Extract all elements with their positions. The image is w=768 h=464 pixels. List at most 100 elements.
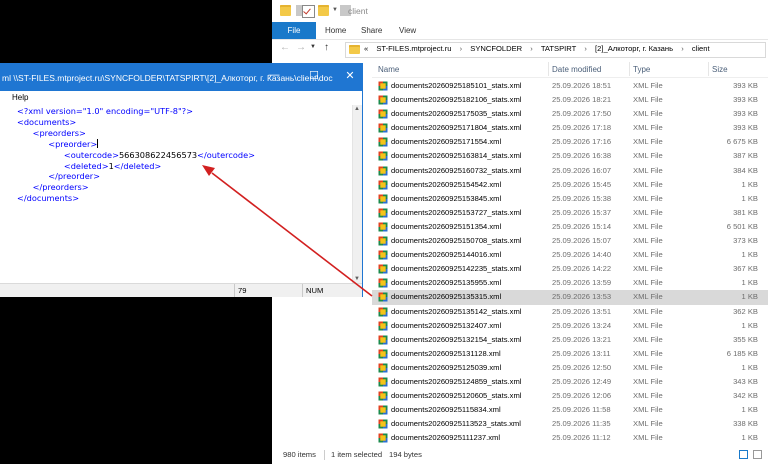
xml-content[interactable]: <?xml version="1.0" encoding="UTF-8"?> <… xyxy=(17,106,255,204)
column-divider[interactable] xyxy=(708,62,709,76)
column-type[interactable]: Type xyxy=(633,65,650,74)
column-divider[interactable] xyxy=(548,62,549,76)
table-row[interactable]: documents20260925111237.xml 25.09.2026 11… xyxy=(372,431,768,445)
notepad-titlebar[interactable]: ml \\ST-FILES.mtproject.ru\SYNCFOLDER\TA… xyxy=(0,63,363,91)
table-row[interactable]: documents20260925175035_stats.xml 25.09.2… xyxy=(372,107,768,121)
recent-locations-icon[interactable]: ▼ xyxy=(310,44,316,50)
table-row[interactable]: documents20260925131128.xml 25.09.2026 13… xyxy=(372,347,768,361)
tab-file[interactable]: File xyxy=(272,22,316,39)
table-row[interactable]: documents20260925132154_stats.xml 25.09.2… xyxy=(372,333,768,347)
forward-icon[interactable]: → xyxy=(296,42,306,53)
breadcrumb-syncfolder[interactable]: SYNCFOLDER xyxy=(470,44,522,53)
up-icon[interactable]: ↑ xyxy=(324,42,329,53)
table-row[interactable]: documents20260925171804_stats.xml 25.09.2… xyxy=(372,121,768,135)
minimize-icon[interactable]: — xyxy=(264,69,284,81)
large-icons-view-icon[interactable] xyxy=(753,450,762,459)
xml-file-icon xyxy=(378,194,388,204)
file-name: documents20260925115834.xml xyxy=(391,405,501,415)
folder-icon[interactable] xyxy=(280,5,291,16)
new-folder-icon[interactable] xyxy=(318,5,329,16)
file-type: XML File xyxy=(633,236,663,246)
breadcrumb-company[interactable]: [2]_Алкоторг, г. Казань xyxy=(595,44,673,53)
chevron-right-icon[interactable]: › xyxy=(584,44,587,53)
file-name: documents20260925151354.xml xyxy=(391,221,502,231)
xml-file-icon xyxy=(378,95,388,105)
chevron-right-icon[interactable]: › xyxy=(460,44,463,53)
column-name[interactable]: Name xyxy=(378,65,399,74)
table-row[interactable]: documents20260925154542.xml 25.09.2026 15… xyxy=(372,178,768,192)
close-icon[interactable]: ✕ xyxy=(340,69,360,82)
xml-file-icon xyxy=(378,166,388,176)
tab-view[interactable]: View xyxy=(399,22,416,39)
breadcrumb-client[interactable]: client xyxy=(692,44,710,53)
table-row[interactable]: documents20260925150708_stats.xml 25.09.2… xyxy=(372,234,768,248)
table-row[interactable]: documents20260925185101_stats.xml 25.09.2… xyxy=(372,79,768,93)
file-name: documents20260925185101_stats.xml xyxy=(391,81,522,90)
table-row[interactable]: documents20260925151354.xml 25.09.2026 15… xyxy=(372,220,768,234)
file-type: XML File xyxy=(633,207,663,217)
table-row[interactable]: documents20260925142235_stats.xml 25.09.2… xyxy=(372,262,768,276)
table-row[interactable]: documents20260925120605_stats.xml 25.09.2… xyxy=(372,389,768,403)
file-size: 1 KB xyxy=(741,362,758,372)
chevron-right-icon[interactable]: › xyxy=(530,44,533,53)
file-name: documents20260925120605_stats.xml xyxy=(391,391,522,401)
table-row[interactable]: documents20260925144016.xml 25.09.2026 14… xyxy=(372,248,768,262)
table-row[interactable]: documents20260925132407.xml 25.09.2026 13… xyxy=(372,319,768,333)
tab-share[interactable]: Share xyxy=(361,22,382,39)
outercode-value: 566308622456573 xyxy=(118,149,198,160)
chevron-right-icon[interactable]: › xyxy=(681,44,684,53)
file-date: 25.09.2026 18:51 xyxy=(552,81,612,90)
table-row[interactable]: documents20260925135142_stats.xml 25.09.2… xyxy=(372,305,768,319)
vertical-scrollbar[interactable]: ▲ ▼ xyxy=(352,105,362,283)
cursor-column: 79 xyxy=(234,284,304,297)
menu-help[interactable]: Help xyxy=(12,93,28,102)
file-size: 343 KB xyxy=(733,376,758,386)
table-row[interactable]: documents20260925160732_stats.xml 25.09.2… xyxy=(372,164,768,178)
address-bar[interactable]: « ST-FILES.mtproject.ru › SYNCFOLDER › T… xyxy=(345,42,766,58)
file-name: documents20260925135955.xml xyxy=(391,278,502,288)
scroll-up-icon[interactable]: ▲ xyxy=(354,106,360,112)
column-size[interactable]: Size xyxy=(712,65,728,74)
table-row[interactable]: documents20260925135315.xml 25.09.2026 13… xyxy=(372,290,768,305)
table-row[interactable]: documents20260925182106_stats.xml 25.09.2… xyxy=(372,93,768,107)
back-icon[interactable]: ← xyxy=(280,42,290,53)
table-row[interactable]: documents20260925171554.xml 25.09.2026 17… xyxy=(372,135,768,149)
file-date: 25.09.2026 17:16 xyxy=(552,137,612,147)
selected-count: 1 item selected xyxy=(331,450,383,459)
text-cursor xyxy=(97,138,99,148)
table-row[interactable]: documents20260925124859_stats.xml 25.09.2… xyxy=(372,375,768,389)
details-view-icon[interactable] xyxy=(739,450,748,459)
xml-tag-documents-open: <documents> xyxy=(17,116,77,127)
file-name: documents20260925160732_stats.xml xyxy=(391,165,522,175)
table-row[interactable]: documents20260925163814_stats.xml 25.09.2… xyxy=(372,149,768,163)
table-row[interactable]: documents20260925125039.xml 25.09.2026 12… xyxy=(372,361,768,375)
column-divider[interactable] xyxy=(629,62,630,76)
file-date: 25.09.2026 13:53 xyxy=(552,292,612,302)
file-type: XML File xyxy=(633,278,663,288)
file-size: 1 KB xyxy=(741,250,758,260)
file-name: documents20260925124859_stats.xml xyxy=(391,376,522,386)
breadcrumb-overflow[interactable]: « xyxy=(364,44,368,53)
breadcrumb-tatspirt[interactable]: TATSPIRT xyxy=(541,44,576,53)
file-type: XML File xyxy=(633,362,663,372)
properties-icon[interactable] xyxy=(302,5,315,18)
file-name: documents20260925154542.xml xyxy=(391,179,502,189)
file-size: 1 KB xyxy=(741,292,758,302)
table-row[interactable]: documents20260925113523_stats.xml 25.09.2… xyxy=(372,417,768,431)
breadcrumb-server[interactable]: ST-FILES.mtproject.ru xyxy=(376,44,451,53)
xml-file-icon xyxy=(378,349,388,359)
table-row[interactable]: documents20260925153727_stats.xml 25.09.2… xyxy=(372,206,768,220)
table-row[interactable]: documents20260925115834.xml 25.09.2026 11… xyxy=(372,403,768,417)
file-date: 25.09.2026 13:24 xyxy=(552,320,612,330)
column-date-modified[interactable]: Date modified xyxy=(552,65,601,74)
table-row[interactable]: documents20260925153845.xml 25.09.2026 15… xyxy=(372,192,768,206)
maximize-icon[interactable]: ☐ xyxy=(304,69,324,82)
file-type: XML File xyxy=(633,151,663,161)
file-type: XML File xyxy=(633,334,663,344)
table-row[interactable]: documents20260925135955.xml 25.09.2026 13… xyxy=(372,276,768,290)
tab-home[interactable]: Home xyxy=(325,22,346,39)
file-date: 25.09.2026 16:38 xyxy=(552,151,612,161)
xml-tag-deleted-open: <deleted> xyxy=(63,160,109,171)
notepad-text-area[interactable]: <?xml version="1.0" encoding="UTF-8"?> <… xyxy=(0,105,362,283)
scroll-down-icon[interactable]: ▼ xyxy=(354,276,360,282)
